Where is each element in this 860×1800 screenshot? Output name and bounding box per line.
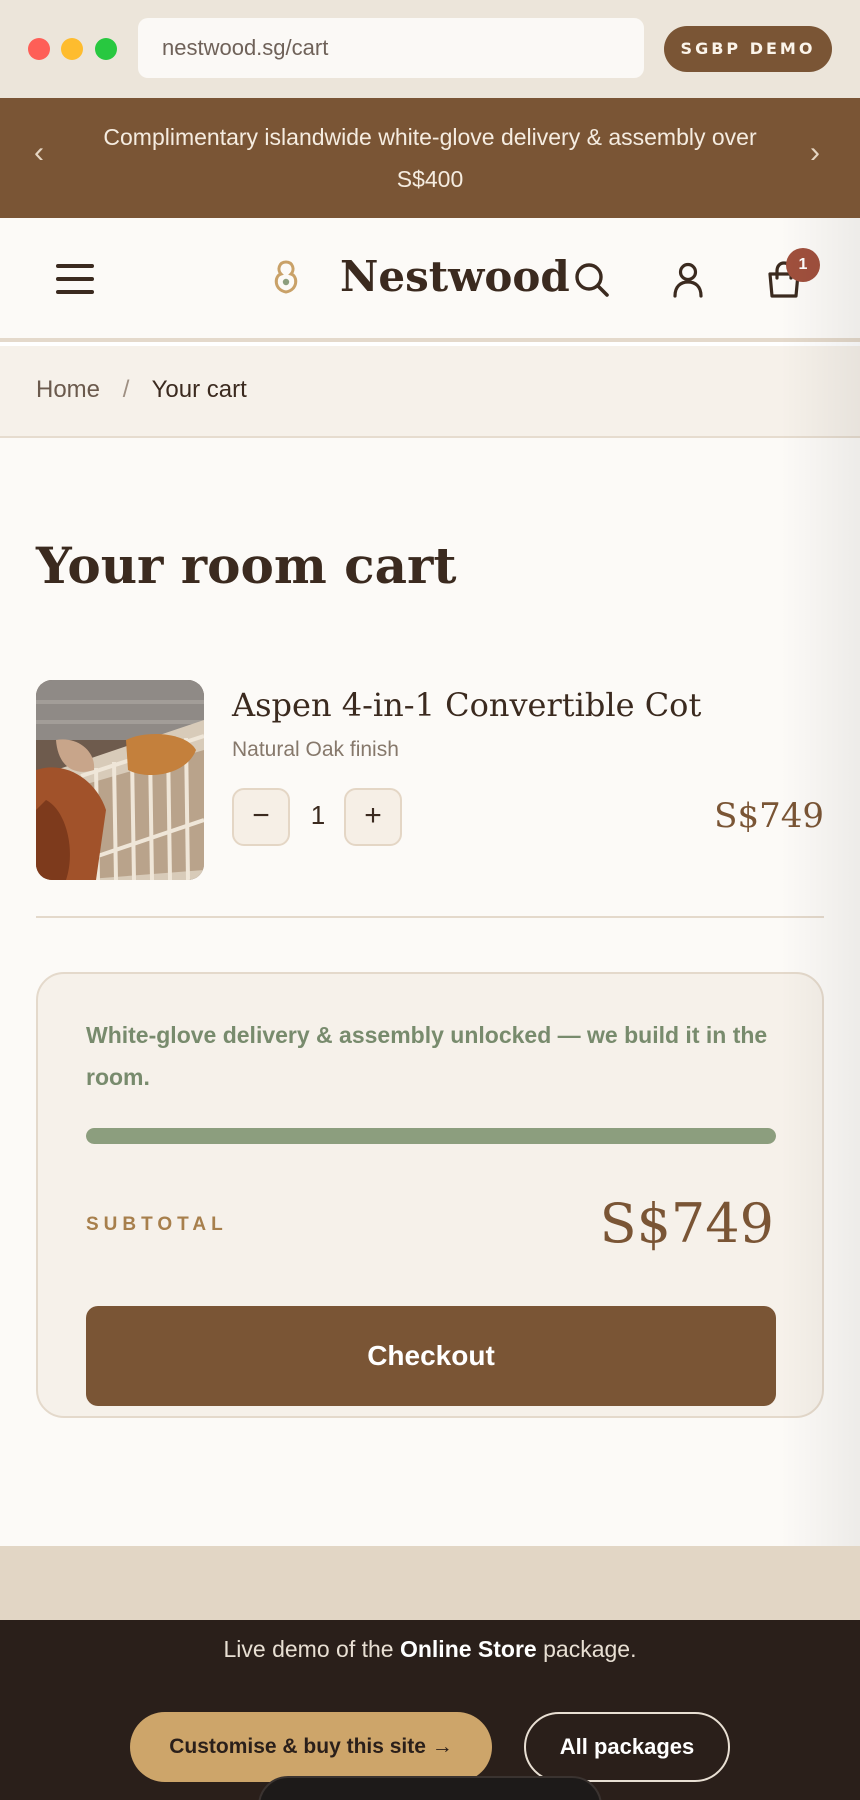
breadcrumb-current: Your cart bbox=[151, 376, 247, 403]
order-summary-card: White-glove delivery & assembly unlocked… bbox=[36, 972, 824, 1418]
page-title: Your room cart bbox=[36, 536, 457, 595]
cart-main: Your room cart Aspen 4-in-1 Convertible … bbox=[0, 438, 860, 1546]
announcement-next-button[interactable]: › bbox=[810, 136, 820, 170]
search-icon[interactable] bbox=[572, 260, 612, 300]
window-minimize-button[interactable] bbox=[61, 38, 83, 60]
quantity-decrease-button[interactable]: − bbox=[232, 788, 290, 846]
product-name[interactable]: Aspen 4-in-1 Convertible Cot bbox=[232, 686, 701, 724]
demo-footer: Live demo of the Online Store package. C… bbox=[0, 1620, 860, 1800]
site-header: Nestwood bbox=[0, 218, 860, 342]
announcement-bar: ‹ Complimentary islandwide white-glove d… bbox=[0, 98, 860, 218]
breadcrumb-home-link[interactable]: Home bbox=[36, 376, 100, 403]
brand-name[interactable]: Nestwood bbox=[340, 252, 570, 301]
menu-icon[interactable] bbox=[56, 262, 96, 296]
window-maximize-button[interactable] bbox=[95, 38, 117, 60]
demo-badge: SGBP DEMO bbox=[664, 26, 832, 72]
window-close-button[interactable] bbox=[28, 38, 50, 60]
demo-footer-text: Live demo of the Online Store package. bbox=[0, 1636, 860, 1663]
all-packages-button[interactable]: All packages bbox=[524, 1712, 730, 1782]
announcement-prev-button[interactable]: ‹ bbox=[34, 136, 44, 170]
customise-buy-button[interactable]: Customise & buy this site → bbox=[130, 1712, 492, 1782]
quantity-increase-button[interactable]: + bbox=[344, 788, 402, 846]
delivery-unlocked-message: White-glove delivery & assembly unlocked… bbox=[86, 1022, 768, 1090]
page: nestwood.sg/cart SGBP DEMO ‹ Complimenta… bbox=[0, 0, 860, 1800]
divider bbox=[36, 916, 824, 918]
browser-chrome: nestwood.sg/cart SGBP DEMO bbox=[0, 0, 860, 98]
progress-fill bbox=[86, 1128, 776, 1144]
free-delivery-progress-bar bbox=[86, 1128, 776, 1144]
line-item-price: S$749 bbox=[714, 796, 824, 836]
brand-logo-icon bbox=[274, 260, 298, 294]
quantity-value: 1 bbox=[310, 800, 326, 830]
checkout-button[interactable]: Checkout bbox=[86, 1306, 776, 1406]
product-image[interactable] bbox=[36, 680, 204, 880]
breadcrumb: Home / Your cart bbox=[0, 346, 860, 438]
account-icon[interactable] bbox=[668, 260, 708, 300]
demo-package-name: Online Store bbox=[399, 1636, 537, 1662]
breadcrumb-separator: / bbox=[122, 376, 130, 403]
floating-toolbar[interactable] bbox=[258, 1776, 602, 1800]
demo-text-prefix: Live demo of the bbox=[223, 1636, 400, 1662]
announcement-text: Complimentary islandwide white-glove del… bbox=[103, 124, 757, 192]
subtotal-value: S$749 bbox=[599, 1192, 774, 1255]
cart-count-badge: 1 bbox=[786, 248, 820, 282]
product-variant: Natural Oak finish bbox=[232, 738, 399, 761]
footer-band bbox=[0, 1546, 860, 1620]
subtotal-label: SUBTOTAL bbox=[86, 1214, 228, 1235]
demo-text-suffix: package. bbox=[536, 1636, 637, 1662]
address-bar[interactable]: nestwood.sg/cart bbox=[138, 18, 644, 78]
